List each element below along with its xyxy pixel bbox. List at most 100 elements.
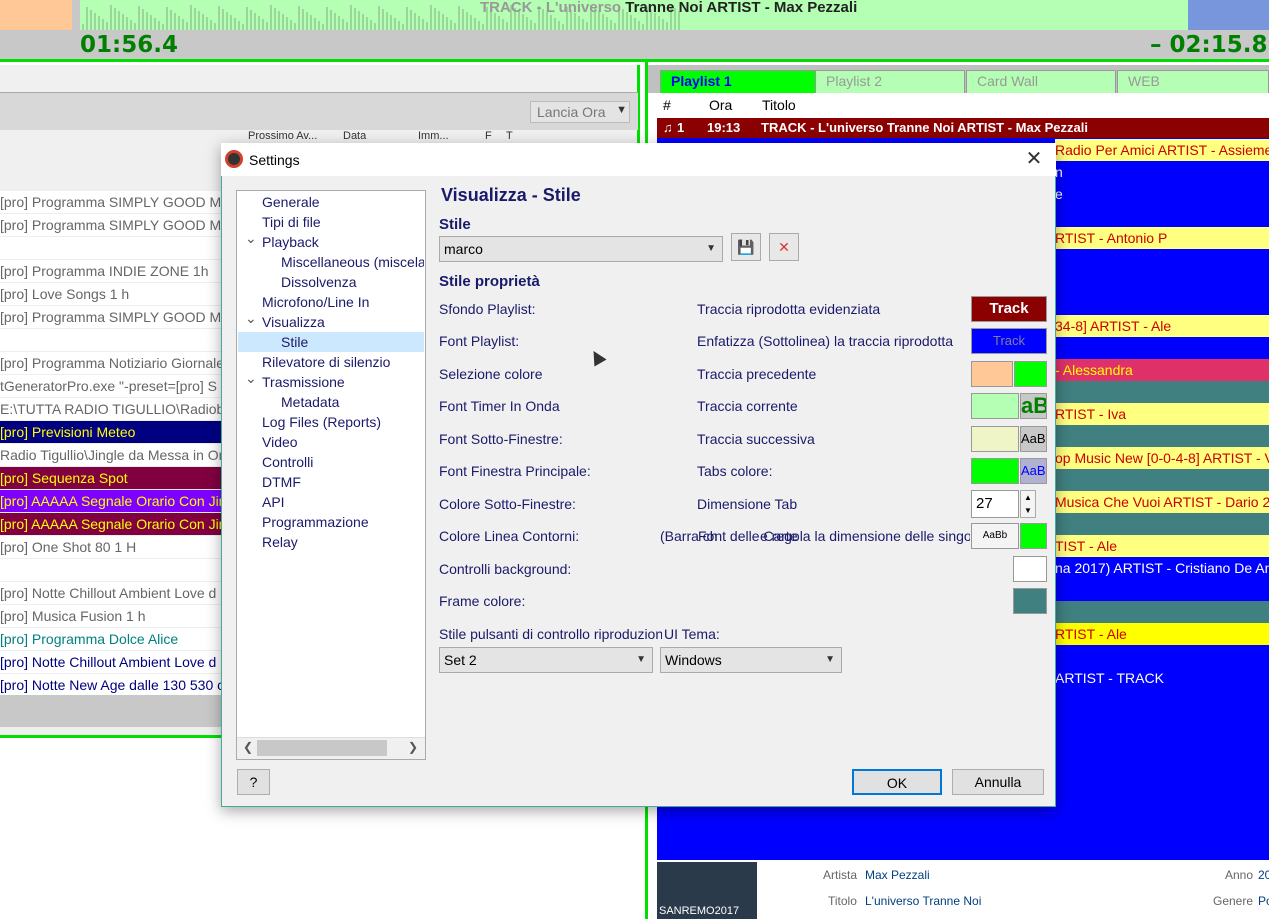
playlist-row[interactable] [1055,469,1269,491]
delete-style-button[interactable]: ✕ [769,233,799,261]
playlist-row[interactable]: 34-8] ARTIST - Ale [1055,315,1269,337]
waveform-bar [214,23,216,30]
ok-button[interactable]: OK [852,769,942,795]
ui-theme-select[interactable]: Windows ▼ [660,647,842,673]
tree-item[interactable]: Stile [281,332,308,352]
playlist-row[interactable] [1055,205,1269,227]
playlist-row[interactable]: TIST - Ale [1055,535,1269,557]
scrollbar-thumb[interactable] [257,740,387,756]
playlist-row[interactable]: op Music New [0-0-4-8] ARTIST - V [1055,447,1269,469]
tab-playlist-1[interactable]: Playlist 1 [660,70,820,93]
launch-now-button[interactable]: Lancia Ora ▼ [530,101,630,123]
buttons-style-select[interactable]: Set 2 ▼ [439,647,653,673]
tree-item[interactable]: Video [262,432,298,452]
col-number[interactable]: # [663,97,671,113]
controls-bg-color[interactable] [1013,556,1047,582]
playlist-row[interactable]: RTIST - Antonio P [1055,227,1269,249]
tree-item[interactable]: Tipi di file [262,212,321,232]
card-font-swatch[interactable]: AaBb [971,523,1019,549]
left-column-headers: Prossimo Av... Data Imm... F T [240,130,630,144]
save-style-button[interactable]: 💾 [731,233,761,261]
tree-item[interactable]: DTMF [262,472,301,492]
border-line-color[interactable] [1020,523,1047,549]
playlist-row[interactable]: n [1055,161,1269,183]
column-header[interactable]: Data [343,130,366,142]
waveform-bar [266,22,268,30]
playlist-row[interactable] [1055,381,1269,403]
playlist-row[interactable] [1055,293,1269,315]
tree-item[interactable]: Log Files (Reports) [262,412,381,432]
playlist-row[interactable] [1055,579,1269,601]
playlist-row[interactable] [1055,513,1269,535]
waveform-bar [662,19,664,30]
column-header[interactable]: Imm... [418,130,449,142]
playlist-row[interactable] [1055,425,1269,447]
tree-item[interactable]: Metadata [281,392,339,412]
chevron-down-icon[interactable]: ▼ [616,104,627,116]
tab-size-input[interactable]: 27 [971,490,1019,518]
scroll-right-icon[interactable]: ❯ [408,740,418,754]
column-header[interactable]: Prossimo Av... [248,130,317,142]
scroll-left-icon[interactable]: ❮ [243,740,253,754]
column-header[interactable]: F [485,130,492,142]
style-select[interactable]: marco ▼ [439,236,723,262]
frame-color[interactable] [1013,588,1047,614]
tab-web[interactable]: WEB [1117,70,1269,93]
tree-item[interactable]: Miscellaneous (miscela [281,252,424,272]
tree-item[interactable]: Dissolvenza [281,272,356,292]
waveform-bar [374,23,376,30]
playlist-row[interactable]: e [1055,183,1269,205]
tree-item[interactable]: Programmazione [262,512,369,532]
waveform-bar [294,23,296,30]
help-button[interactable]: ? [237,769,270,795]
playlist-row[interactable]: - Alessandra [1055,359,1269,381]
playlist-row[interactable]: Musica Che Vuoi ARTIST - Dario 2 [1055,491,1269,513]
tree-item[interactable]: Trasmissione [262,372,345,392]
tabs-font[interactable]: AaB [1020,458,1047,484]
playlist-row[interactable]: na 2017) ARTIST - Cristiano De An [1055,557,1269,579]
playlist-row[interactable] [1055,271,1269,293]
tree-item[interactable]: Relay [262,532,298,552]
tabs-color[interactable] [971,458,1019,484]
next-track-font[interactable]: AaB [1020,426,1047,452]
playlist-row[interactable] [1055,249,1269,271]
column-header[interactable]: T [506,130,513,142]
waveform-bar [86,7,88,30]
prev-track-color-a[interactable] [971,361,1013,387]
playlist-row[interactable]: ARTIST - TRACK [1055,667,1269,689]
highlight-track-swatch[interactable]: Track [971,296,1047,322]
tree-item[interactable]: Rilevatore di silenzio [262,352,405,372]
tab-size-spinner[interactable]: ▲ ▼ [1020,490,1036,518]
dialog-titlebar[interactable] [221,143,1056,176]
col-title[interactable]: Titolo [762,97,796,113]
tree-item[interactable]: Generale [262,192,320,212]
tree-item[interactable]: API [262,492,285,512]
close-button[interactable]: ✕ [1020,146,1048,172]
playlist-row[interactable] [1055,645,1269,667]
cancel-button[interactable]: Annulla [952,769,1044,795]
playlist-row[interactable] [1055,601,1269,623]
tree-item[interactable]: Visualizza [262,312,325,332]
tab-card-wall[interactable]: Card Wall [966,70,1116,93]
playlist-row[interactable] [1055,337,1269,359]
tree-item[interactable]: Controlli [262,452,313,472]
current-track-color[interactable] [971,393,1019,419]
waveform-bar [278,11,280,30]
tree-item[interactable]: Playback [262,232,319,252]
chevron-down-icon[interactable]: ⌄ [245,230,257,247]
playlist-row[interactable]: RTIST - Iva [1055,403,1269,425]
chevron-down-icon[interactable]: ⌄ [245,310,257,327]
playlist-row[interactable]: Radio Per Amici ARTIST - Assieme [1055,139,1269,161]
next-track-color[interactable] [971,426,1019,452]
playlist-row[interactable]: RTIST - Ale [1055,623,1269,645]
prev-track-color-b[interactable] [1014,361,1047,387]
current-playlist-row[interactable]: ♫ 1 19:13 TRACK - L'universo Tranne Noi … [657,118,1269,138]
tree-item[interactable]: Microfono/Line In [262,292,369,312]
col-time[interactable]: Ora [709,97,732,113]
tab-playlist-2[interactable]: Playlist 2 [815,70,965,93]
chevron-down-icon[interactable]: ⌄ [245,370,257,387]
current-track-font[interactable]: aB [1020,393,1047,419]
underline-track-swatch[interactable]: Track [971,328,1047,354]
waveform-bar [326,7,328,30]
waveform-bar [134,23,136,30]
